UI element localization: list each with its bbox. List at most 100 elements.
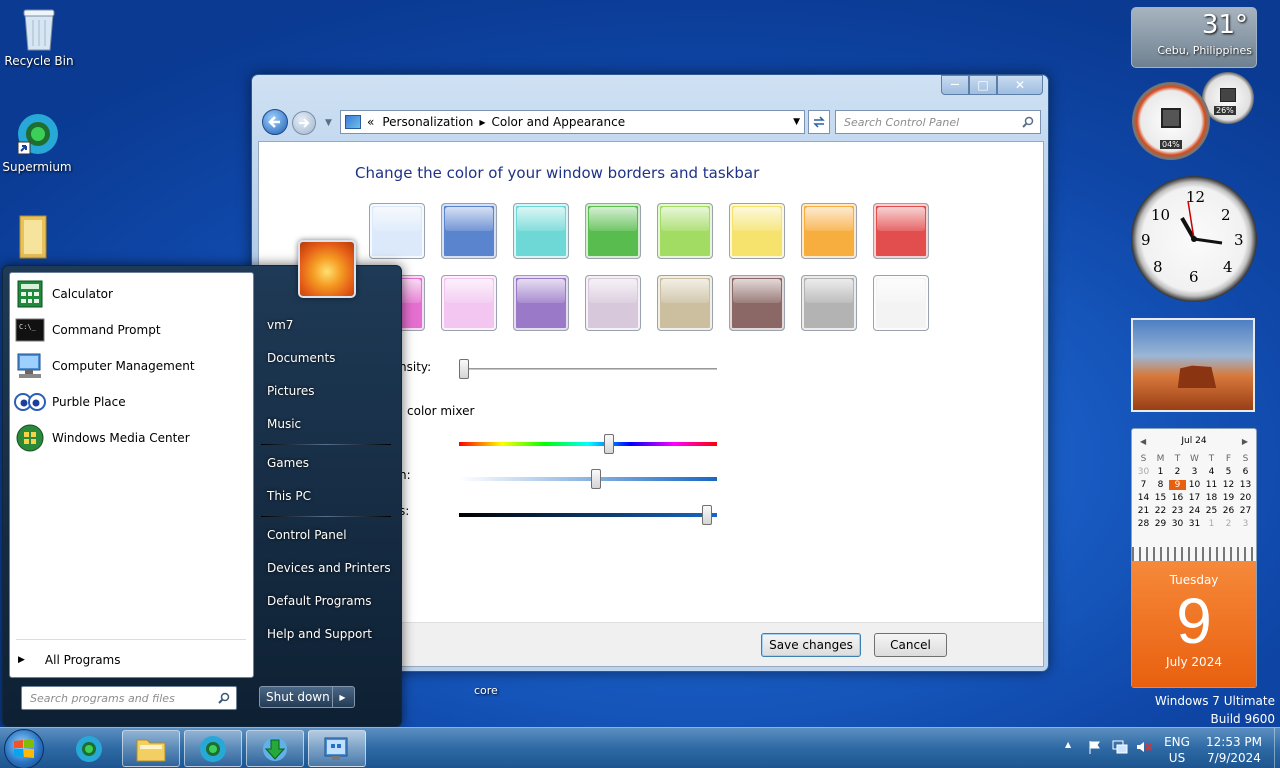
calendar-day[interactable]: 15 — [1152, 493, 1169, 503]
calendar-day[interactable]: 8 — [1152, 480, 1169, 490]
calendar-day[interactable]: 28 — [1135, 519, 1152, 529]
color-swatch[interactable] — [873, 203, 929, 259]
color-swatch[interactable] — [873, 275, 929, 331]
color-swatch[interactable] — [801, 275, 857, 331]
desktop-icon-recycle-bin[interactable]: Recycle Bin — [0, 6, 78, 68]
taskbar-explorer[interactable] — [122, 730, 180, 767]
program-calculator[interactable]: Calculator — [14, 277, 250, 311]
back-button[interactable] — [262, 109, 288, 135]
forward-button[interactable] — [292, 111, 316, 135]
hue-slider-track[interactable] — [459, 442, 717, 446]
calendar-day[interactable]: 20 — [1237, 493, 1254, 503]
color-swatch[interactable] — [657, 203, 713, 259]
calendar-day[interactable]: 3 — [1186, 467, 1203, 477]
color-swatch[interactable] — [729, 203, 785, 259]
calendar-day[interactable]: 23 — [1169, 506, 1186, 516]
color-swatch[interactable] — [585, 275, 641, 331]
program-purble-place[interactable]: Purble Place — [14, 385, 250, 419]
calendar-day[interactable]: 31 — [1186, 519, 1203, 529]
calendar-day[interactable]: 7 — [1135, 480, 1152, 490]
taskbar-supermium-window[interactable] — [184, 730, 242, 767]
calendar-day[interactable]: 30 — [1169, 519, 1186, 529]
calendar-day[interactable]: 24 — [1186, 506, 1203, 516]
calendar-day[interactable]: 12 — [1220, 480, 1237, 490]
calendar-day[interactable]: 1 — [1152, 467, 1169, 477]
desktop-icon-core-label[interactable]: core — [474, 684, 498, 697]
calendar-day[interactable]: 14 — [1135, 493, 1152, 503]
program-command-prompt[interactable]: C:\_ Command Prompt — [14, 313, 250, 347]
calendar-day[interactable]: 2 — [1220, 519, 1237, 529]
show-desktop-button[interactable] — [1274, 728, 1280, 768]
start-menu[interactable]: Calculator C:\_ Command Prompt Computer … — [2, 265, 402, 727]
save-changes-button[interactable]: Save changes — [761, 633, 861, 657]
color-swatch[interactable] — [801, 203, 857, 259]
calendar-day[interactable]: 11 — [1203, 480, 1220, 490]
start-menu-right-item[interactable]: This PC — [267, 489, 311, 503]
calendar-day[interactable]: 13 — [1237, 480, 1254, 490]
user-picture[interactable] — [298, 240, 356, 298]
intensity-slider-thumb[interactable] — [459, 359, 470, 379]
color-mixer-toggle[interactable]: color mixer — [407, 404, 474, 418]
start-menu-right-item[interactable]: Pictures — [267, 384, 315, 398]
calendar-day[interactable]: 16 — [1169, 493, 1186, 503]
desktop-icon-supermium[interactable]: Supermium — [0, 112, 76, 174]
calendar-day[interactable]: 3 — [1237, 519, 1254, 529]
shutdown-options-arrow-icon[interactable]: ▶ — [332, 687, 352, 707]
volume-muted-icon[interactable] — [1136, 740, 1152, 754]
color-swatch[interactable] — [513, 203, 569, 259]
refresh-button[interactable] — [808, 110, 830, 134]
brightness-slider-thumb[interactable] — [701, 505, 712, 525]
start-menu-right-item[interactable]: Devices and Printers — [267, 561, 391, 575]
calendar-day[interactable]: 4 — [1203, 467, 1220, 477]
network-icon[interactable] — [1112, 740, 1128, 754]
start-menu-right-item[interactable]: Default Programs — [267, 594, 372, 608]
action-center-flag-icon[interactable] — [1088, 740, 1102, 754]
taskbar-clock[interactable]: 12:53 PM 7/9/2024 — [1196, 734, 1272, 766]
cpu-meter-gadget[interactable]: 26% 04% — [1130, 72, 1256, 162]
calendar-day[interactable]: 17 — [1186, 493, 1203, 503]
weather-gadget[interactable]: 31° Cebu, Philippines — [1131, 7, 1257, 68]
maximize-button[interactable]: □ — [969, 75, 997, 95]
program-windows-media-center[interactable]: Windows Media Center — [14, 421, 250, 455]
calendar-day[interactable]: 25 — [1203, 506, 1220, 516]
calendar-day[interactable]: 27 — [1237, 506, 1254, 516]
calendar-day[interactable]: 21 — [1135, 506, 1152, 516]
calendar-day[interactable]: 2 — [1169, 467, 1186, 477]
taskbar-pinned-supermium[interactable] — [60, 732, 118, 766]
hue-slider-thumb[interactable] — [603, 434, 614, 454]
color-swatch[interactable] — [585, 203, 641, 259]
taskbar-download-manager[interactable] — [246, 730, 304, 767]
start-menu-right-item[interactable]: Music — [267, 417, 301, 431]
color-swatch[interactable] — [441, 203, 497, 259]
intensity-slider-track[interactable] — [459, 368, 717, 370]
address-bar[interactable]: « Personalization ▶ Color and Appearance… — [340, 110, 805, 134]
calendar-day[interactable]: 18 — [1203, 493, 1220, 503]
start-menu-right-item[interactable]: vm7 — [267, 318, 293, 332]
saturation-slider-thumb[interactable] — [590, 469, 601, 489]
minimize-button[interactable]: — — [941, 75, 969, 95]
color-swatch[interactable] — [657, 275, 713, 331]
start-menu-right-item[interactable]: Documents — [267, 351, 335, 365]
show-hidden-icons-button[interactable]: ▲ — [1065, 740, 1071, 749]
calendar-day[interactable]: 5 — [1220, 467, 1237, 477]
start-button[interactable] — [4, 729, 44, 768]
recent-pages-dropdown[interactable]: ▼ — [325, 118, 332, 128]
cancel-button[interactable]: Cancel — [874, 633, 947, 657]
calendar-day[interactable]: 26 — [1220, 506, 1237, 516]
calendar-day[interactable]: 19 — [1220, 493, 1237, 503]
clock-gadget[interactable]: 12 2 3 4 6 8 9 10 — [1131, 176, 1257, 302]
desktop-icon-folder[interactable] — [0, 212, 72, 262]
calendar-day[interactable]: 9 — [1169, 480, 1186, 490]
calendar-day[interactable]: 22 — [1152, 506, 1169, 516]
breadcrumb-prefix[interactable]: « — [367, 115, 374, 129]
shutdown-button[interactable]: Shut down ▶ — [259, 686, 355, 708]
calendar-day[interactable]: 30 — [1135, 467, 1152, 477]
address-dropdown-icon[interactable]: ▼ — [793, 117, 800, 127]
search-control-panel-input[interactable]: Search Control Panel — [835, 110, 1041, 134]
color-swatch[interactable] — [513, 275, 569, 331]
color-swatch[interactable] — [729, 275, 785, 331]
calendar-day[interactable]: 1 — [1203, 519, 1220, 529]
slideshow-gadget[interactable] — [1131, 318, 1255, 412]
all-programs-button[interactable]: ▶ All Programs — [18, 649, 246, 671]
saturation-slider-track[interactable] — [459, 477, 717, 481]
